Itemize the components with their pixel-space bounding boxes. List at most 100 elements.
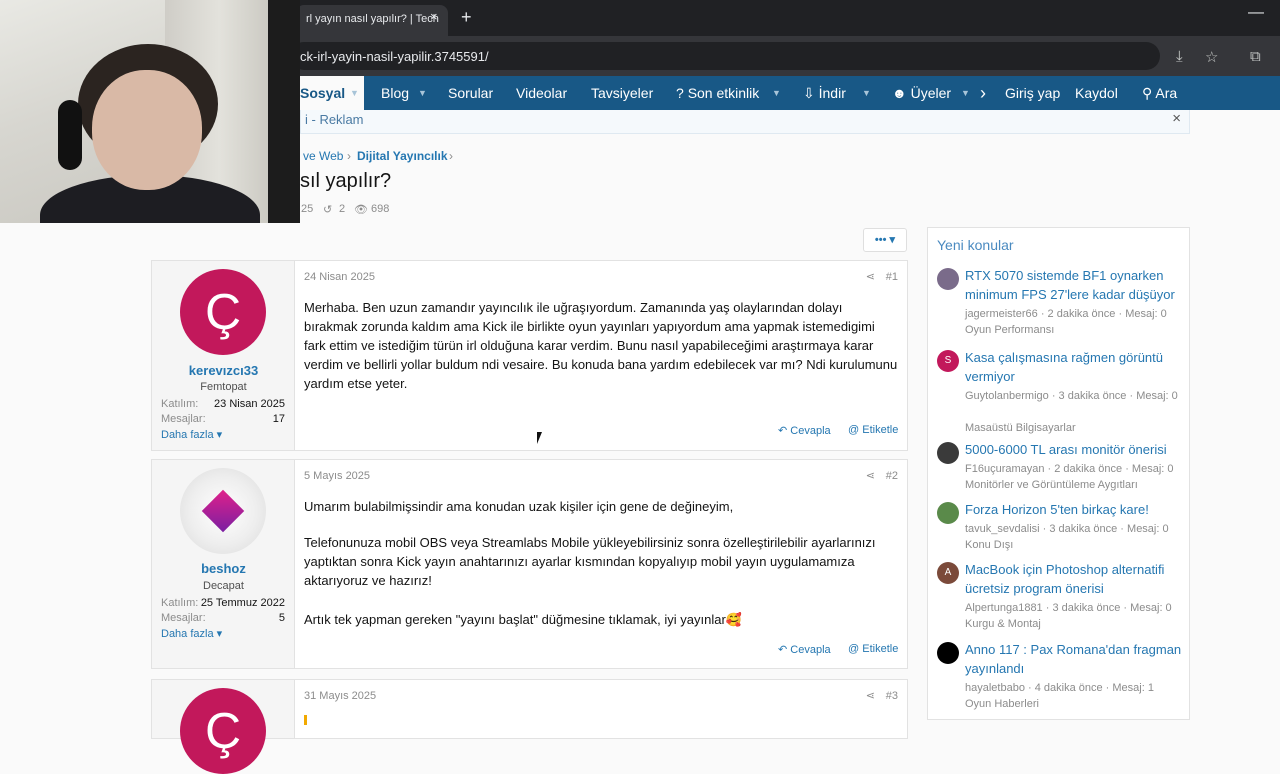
thread-title-link[interactable]: Kasa çalışmasına rağmen görüntü vermiyor [965, 348, 1185, 386]
thread-title-link[interactable]: RTX 5070 sistemde BF1 oynarken minimum F… [965, 266, 1185, 304]
chevron-right-icon: › [347, 149, 351, 163]
extensions-icon[interactable]: ⧉ [1250, 48, 1261, 65]
post-date[interactable]: 31 Mayıs 2025 [304, 690, 376, 702]
post-number[interactable]: #1 [886, 271, 898, 283]
thread-forum[interactable]: Monitörler ve Görüntüleme Aygıtları [965, 477, 1185, 493]
share-icon[interactable]: ⋖ [866, 689, 875, 702]
page-title: sıl yapılır? [300, 170, 392, 192]
messages-value: 5 [278, 612, 285, 624]
reply-label: Cevapla [790, 425, 831, 437]
search-label: Ara [1155, 85, 1178, 101]
eye-icon: 👁 [354, 204, 368, 216]
avatar[interactable] [937, 268, 959, 290]
thread-tools-button[interactable]: ••• ▾ [863, 228, 907, 252]
post-date[interactable]: 24 Nisan 2025 [304, 271, 375, 283]
chevron-down-icon: ▼ [862, 88, 871, 98]
joined-stat: Katılım: 25 Temmuz 2022 [161, 597, 285, 609]
nav-item-videolar[interactable]: Videolar [516, 76, 567, 110]
avatar[interactable]: A [937, 562, 959, 584]
thread-title-link[interactable]: MacBook için Photoshop alternatifi ücret… [965, 560, 1185, 598]
webcam-person-face [92, 70, 202, 190]
nav-item-indir[interactable]: ⇩ İndir ▼ [803, 76, 871, 110]
post-number[interactable]: #2 [886, 470, 898, 482]
thread-forum[interactable]: Oyun Haberleri [965, 696, 1185, 712]
post-1: Ç kerevızcı33 Femtopat Katılım: 23 Nisan … [151, 260, 908, 451]
webcam-background [268, 0, 300, 223]
thread-title-link[interactable]: Anno 117 : Pax Romana'dan fragman yayınl… [965, 640, 1185, 678]
tab-close-icon[interactable]: × [430, 9, 438, 24]
more-label: Daha fazla [161, 628, 214, 640]
breadcrumb-parent[interactable]: ve Web [303, 149, 343, 163]
avatar[interactable] [937, 502, 959, 524]
joined-label: Katılım: [161, 597, 199, 609]
avatar[interactable] [937, 642, 959, 664]
thread-forum[interactable]: Kurgu & Montaj [965, 616, 1185, 632]
username[interactable]: beshoz [152, 561, 295, 576]
ad-notice: i - Reklam × [300, 110, 1190, 134]
tag-label: Etiketle [862, 424, 899, 436]
nav-item-sorular[interactable]: Sorular [448, 76, 493, 110]
tag-button[interactable]: @ Etiketle [848, 424, 898, 436]
avatar[interactable]: Ç [180, 269, 266, 355]
minimize-icon[interactable]: — [1248, 4, 1264, 22]
new-tab-icon[interactable]: + [461, 7, 472, 28]
url-field[interactable]: ck-irl-yayin-nasil-yapilir.3745591/ [290, 42, 1160, 70]
thread-forum[interactable]: Konu Dışı [965, 537, 1185, 553]
thread-meta: F16uçuramayan · 2 dakika önce · Mesaj: 0 [965, 463, 1174, 475]
avatar[interactable] [180, 468, 266, 554]
username[interactable]: kerevızcı33 [152, 363, 295, 378]
browser-tab[interactable]: rl yayın nasıl yapılır? | Tech [296, 5, 448, 36]
thread-title-link[interactable]: 5000-6000 TL arası monitör önerisi [965, 440, 1185, 459]
thread-meta: Guytolanbermigo · 3 dakika önce · Mesaj:… [965, 390, 1178, 402]
reply-button[interactable]: ↶ Cevapla [778, 424, 831, 437]
share-icon[interactable]: ⋖ [866, 469, 875, 482]
thread-title-link[interactable]: Forza Horizon 5'ten birkaç kare! [965, 500, 1185, 519]
joined-stat: Katılım: 23 Nisan 2025 [161, 398, 285, 410]
reply-icon: ↶ [778, 644, 788, 656]
widget-heading[interactable]: Yeni konular [937, 237, 1014, 253]
thread-forum[interactable]: Oyun Performansı [965, 322, 1185, 338]
nav-item-son-etkinlik[interactable]: ? Son etkinlik ▼ [676, 76, 781, 110]
messages-stat: Mesajlar: 17 [161, 413, 285, 425]
nav-label: Son etkinlik [687, 85, 760, 101]
chevron-down-icon: ▼ [772, 88, 781, 98]
bookmark-star-icon[interactable]: ☆ [1205, 48, 1218, 66]
register-link[interactable]: Kaydol [1075, 76, 1118, 110]
nav-item-uyeler[interactable]: ☻ Üyeler ▼ [892, 76, 970, 110]
reply-label: Cevapla [790, 644, 831, 656]
breadcrumb-current[interactable]: Dijital Yayıncılık [357, 149, 448, 163]
chevron-down-icon: ▼ [418, 88, 427, 98]
reply-button[interactable]: ↶ Cevapla [778, 643, 831, 656]
nav-label: Videolar [516, 85, 568, 101]
tag-button[interactable]: @ Etiketle [848, 643, 898, 655]
nav-item-blog[interactable]: Blog ▼ [381, 76, 427, 110]
user-panel: Ç kerevızcı33 Femtopat Katılım: 23 Nisan … [152, 261, 295, 450]
thread-meta: Alpertunga1881 · 3 dakika önce · Mesaj: … [965, 602, 1172, 614]
nav-item-sosyal[interactable]: Sosyal ▼ [300, 76, 364, 110]
post-number[interactable]: #3 [886, 690, 898, 702]
mouse-cursor-icon [537, 432, 547, 444]
diamond-logo-icon [201, 489, 245, 533]
nav-scroll-right-icon[interactable]: › [980, 76, 986, 110]
install-icon[interactable]: ⤓ [1176, 48, 1183, 65]
thread-meta: tavuk_sevdalisi · 3 dakika önce · Mesaj:… [965, 523, 1169, 535]
nav-label: Sorular [448, 85, 494, 101]
thread-forum[interactable]: Masaüstü Bilgisayarlar [965, 420, 1185, 436]
nav-item-tavsiyeler[interactable]: Tavsiyeler [591, 76, 653, 110]
avatar[interactable]: S [937, 350, 959, 372]
chevron-down-icon: ▼ [961, 88, 970, 98]
close-icon[interactable]: × [1172, 110, 1181, 127]
avatar[interactable]: Ç [180, 688, 266, 774]
search-button[interactable]: ⚲ Ara [1142, 76, 1177, 110]
joined-value: 23 Nisan 2025 [214, 398, 285, 410]
headset-icon [58, 100, 82, 170]
share-icon[interactable]: ⋖ [866, 270, 875, 283]
more-info-link[interactable]: Daha fazla ▾ [161, 627, 222, 640]
login-link[interactable]: Giriş yap [1005, 76, 1060, 110]
messages-value: 17 [272, 413, 285, 425]
avatar[interactable] [937, 442, 959, 464]
tab-title: rl yayın nasıl yapılır? | Tech [306, 13, 439, 25]
post-date[interactable]: 5 Mayıs 2025 [304, 470, 370, 482]
thread-meta: hayaletbabo · 4 dakika önce · Mesaj: 1 [965, 682, 1154, 694]
more-info-link[interactable]: Daha fazla ▾ [161, 428, 222, 441]
